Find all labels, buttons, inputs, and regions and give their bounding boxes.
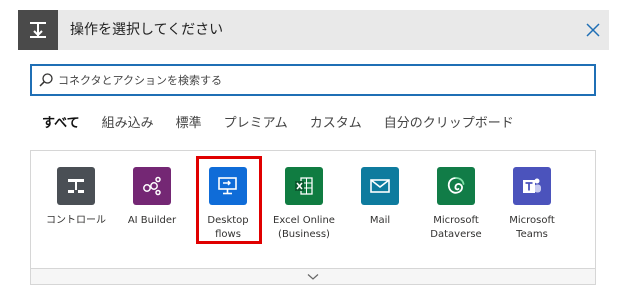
tab-standard[interactable]: 標準 <box>176 114 202 138</box>
connector-label: Mail <box>369 215 391 226</box>
teams-icon <box>513 167 551 205</box>
dialog-header: 操作を選択してください <box>18 10 609 50</box>
close-icon <box>586 23 600 37</box>
connector-dataverse[interactable]: Microsoft Dataverse <box>419 167 493 242</box>
tab-all[interactable]: すべて <box>42 114 80 138</box>
chevron-down-icon <box>307 273 319 280</box>
tab-premium[interactable]: プレミアム <box>224 114 288 138</box>
connector-label: コントロール <box>46 215 106 226</box>
mail-icon <box>361 167 399 205</box>
connector-label: AI Builder <box>127 215 177 226</box>
search-input[interactable] <box>58 66 588 94</box>
connector-panel: コントロール AI Builder Desktop flows Excel On… <box>30 150 596 285</box>
search-icon <box>39 73 53 87</box>
connector-ai-builder[interactable]: AI Builder <box>115 167 189 228</box>
control-icon <box>57 167 95 205</box>
dataverse-icon <box>437 167 475 205</box>
connector-label: Excel Online (Business) <box>273 215 335 240</box>
connector-label: Microsoft Teams <box>509 215 555 240</box>
page-title: 操作を選択してください <box>70 22 224 38</box>
selection-highlight <box>196 156 262 244</box>
ai-builder-icon <box>133 167 171 205</box>
connector-label: Microsoft Dataverse <box>430 215 482 240</box>
expand-connectors-button[interactable] <box>31 268 595 284</box>
tab-custom[interactable]: カスタム <box>310 114 362 138</box>
tab-my-clipboard[interactable]: 自分のクリップボード <box>384 114 514 138</box>
category-tabs: すべて 組み込み 標準 プレミアム カスタム 自分のクリップボード <box>42 114 536 138</box>
search-box <box>30 64 596 96</box>
excel-icon <box>285 167 323 205</box>
tab-built-in[interactable]: 組み込み <box>102 114 154 138</box>
connector-teams[interactable]: Microsoft Teams <box>495 167 569 242</box>
flow-step-icon <box>18 10 58 50</box>
connector-control[interactable]: コントロール <box>39 167 113 228</box>
connector-excel-online[interactable]: Excel Online (Business) <box>267 167 341 242</box>
connector-mail[interactable]: Mail <box>343 167 417 228</box>
close-button[interactable] <box>581 18 605 42</box>
